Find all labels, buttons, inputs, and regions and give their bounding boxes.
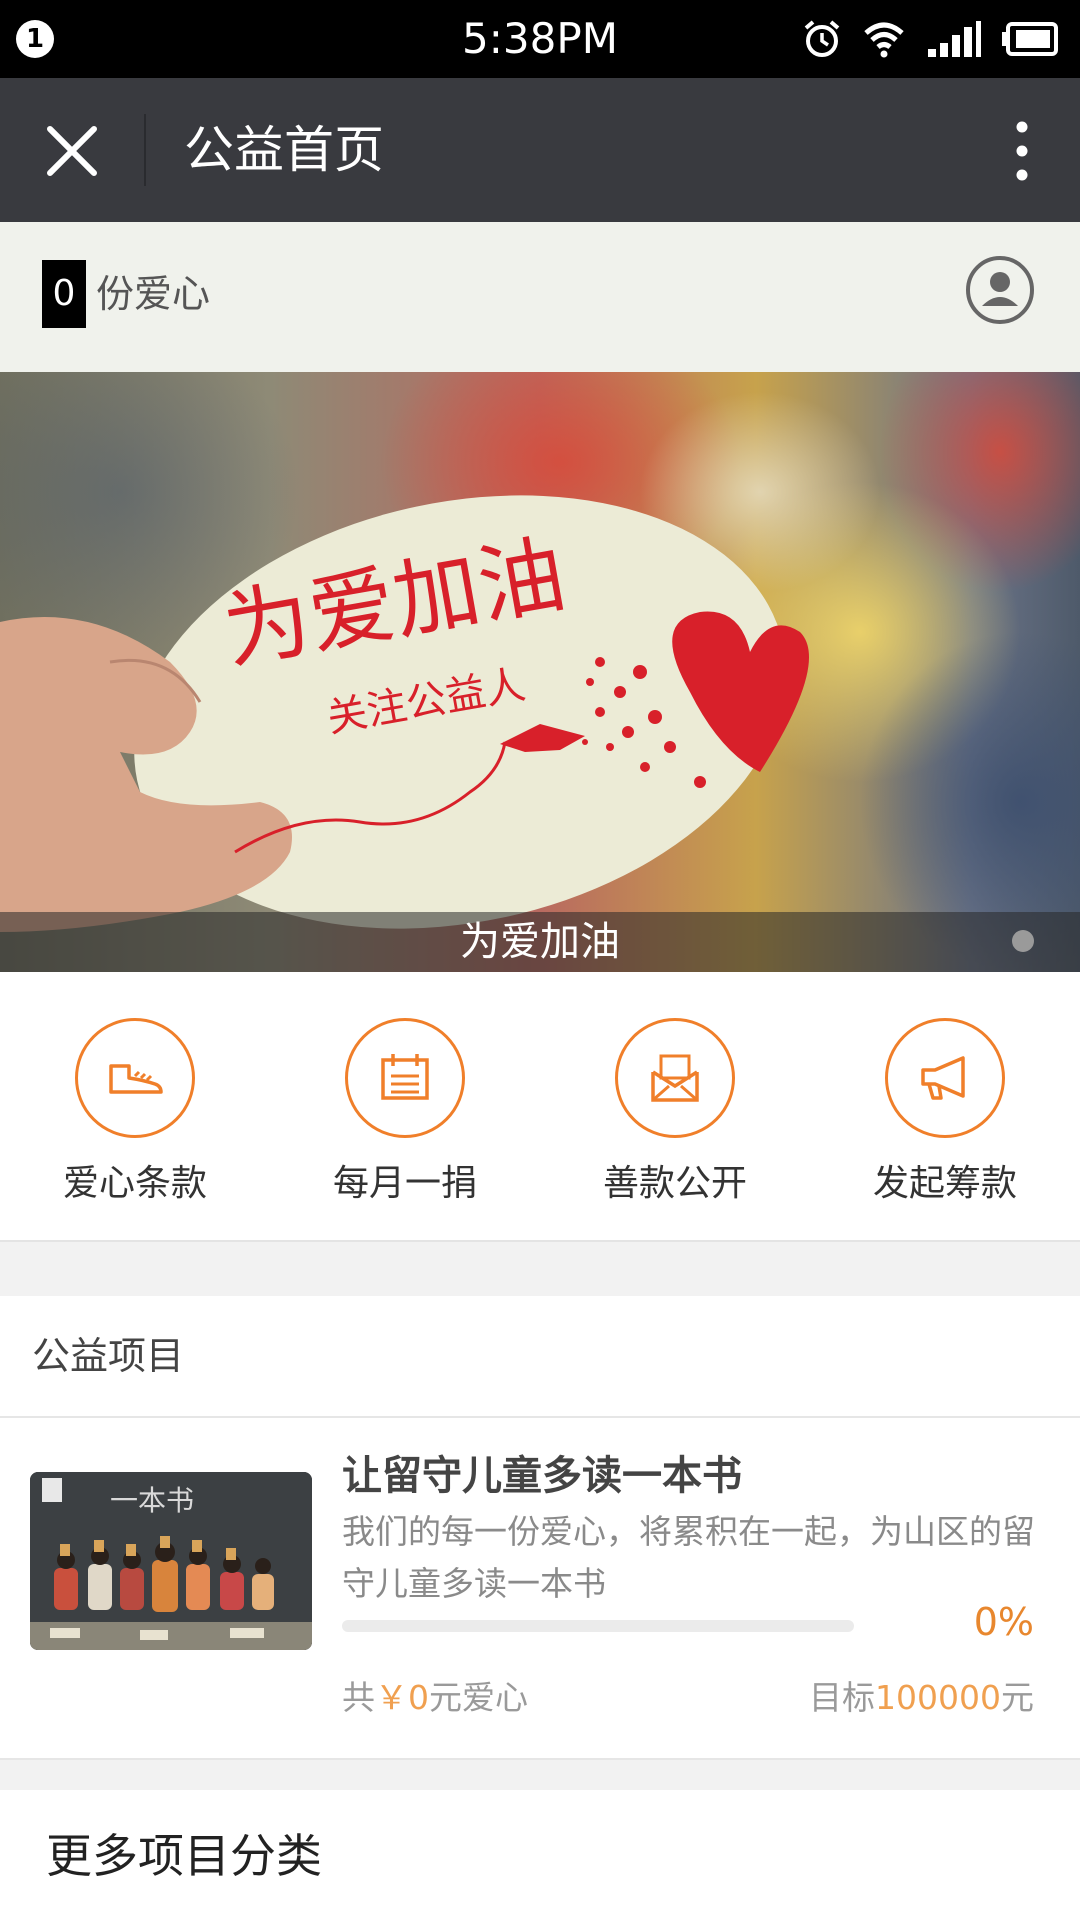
more-vertical-icon	[1016, 121, 1028, 181]
love-count-bar: 0 份爱心	[0, 222, 1080, 372]
action-public-funds[interactable]: 善款公开	[575, 1018, 775, 1208]
status-icons	[802, 16, 1060, 62]
more-button[interactable]	[994, 115, 1050, 187]
section-spacer	[0, 1242, 1080, 1296]
raised-prefix: 共	[342, 1678, 375, 1717]
envelope-icon	[651, 1054, 699, 1102]
action-icon-circle	[75, 1018, 195, 1138]
action-terms[interactable]: 爱心条款	[35, 1018, 235, 1208]
close-button[interactable]	[36, 115, 108, 187]
goal-prefix: 目标	[809, 1678, 876, 1717]
quick-actions: 爱心条款 每月一捐 善款公开 发起筹款	[0, 972, 1080, 1242]
user-icon	[966, 256, 1034, 324]
action-label: 每月一捐	[332, 1163, 477, 1204]
raised-value: ￥0	[375, 1678, 429, 1717]
action-icon-circle	[885, 1018, 1005, 1138]
nav-bar: 公益首页	[0, 78, 1080, 222]
megaphone-icon	[921, 1056, 965, 1100]
goal-suffix: 元	[1001, 1678, 1034, 1717]
shoe-icon	[109, 1064, 163, 1094]
goal-value: 100000	[875, 1678, 1001, 1717]
nav-divider	[144, 114, 146, 186]
action-icon-circle	[615, 1018, 735, 1138]
battery-icon	[1002, 22, 1058, 56]
raised-suffix: 元爱心	[429, 1678, 528, 1717]
action-start-fundraising[interactable]: 发起筹款	[845, 1018, 1045, 1208]
project-photo: 一本书	[30, 1472, 312, 1650]
project-description: 我们的每一份爱心，将累积在一起，为山区的留守儿童多读一本书	[342, 1512, 1035, 1603]
progress-percent: 0%	[973, 1600, 1034, 1644]
banner-caption: 为爱加油	[460, 919, 620, 965]
carousel-indicator-dot[interactable]	[1012, 930, 1034, 952]
banner-image: 为爱加油 关注公益人	[0, 372, 1080, 972]
svg-text:一本书: 一本书	[110, 1484, 194, 1517]
more-categories[interactable]: 更多项目分类	[0, 1790, 1080, 1920]
action-label: 爱心条款	[62, 1163, 207, 1204]
project-card[interactable]: 一本书 让留守儿童多读一本书 我们的每一份爱心，将累积在一起，为山区的留守儿童多…	[0, 1418, 1080, 1760]
signal-icon	[928, 21, 981, 57]
calendar-icon	[381, 1054, 429, 1100]
page-title: 公益首页	[184, 121, 384, 179]
goal-amount: 目标100000元	[809, 1674, 1034, 1722]
project-thumbnail: 一本书	[30, 1472, 312, 1650]
action-label: 善款公开	[602, 1163, 747, 1204]
love-count: 0	[42, 260, 86, 328]
section-spacer	[0, 1760, 1080, 1790]
raised-amount: 共￥0元爱心	[342, 1674, 528, 1722]
more-categories-title: 更多项目分类	[46, 1829, 322, 1883]
love-count-label: 份爱心	[96, 272, 211, 316]
close-icon	[47, 126, 97, 176]
progress-bar	[342, 1620, 854, 1632]
wifi-icon	[864, 22, 904, 58]
project-title: 让留守儿童多读一本书	[342, 1453, 742, 1499]
action-icon-circle	[345, 1018, 465, 1138]
status-bar: 1 5:38PM	[0, 0, 1080, 78]
action-monthly-donation[interactable]: 每月一捐	[305, 1018, 505, 1208]
action-label: 发起筹款	[872, 1163, 1017, 1204]
section-title: 公益项目	[32, 1334, 185, 1378]
profile-button[interactable]	[964, 254, 1036, 326]
alarm-icon	[804, 20, 840, 57]
projects-section-header: 公益项目	[0, 1296, 1080, 1418]
banner-carousel[interactable]: 为爱加油 关注公益人 为爱加油	[0, 372, 1080, 972]
